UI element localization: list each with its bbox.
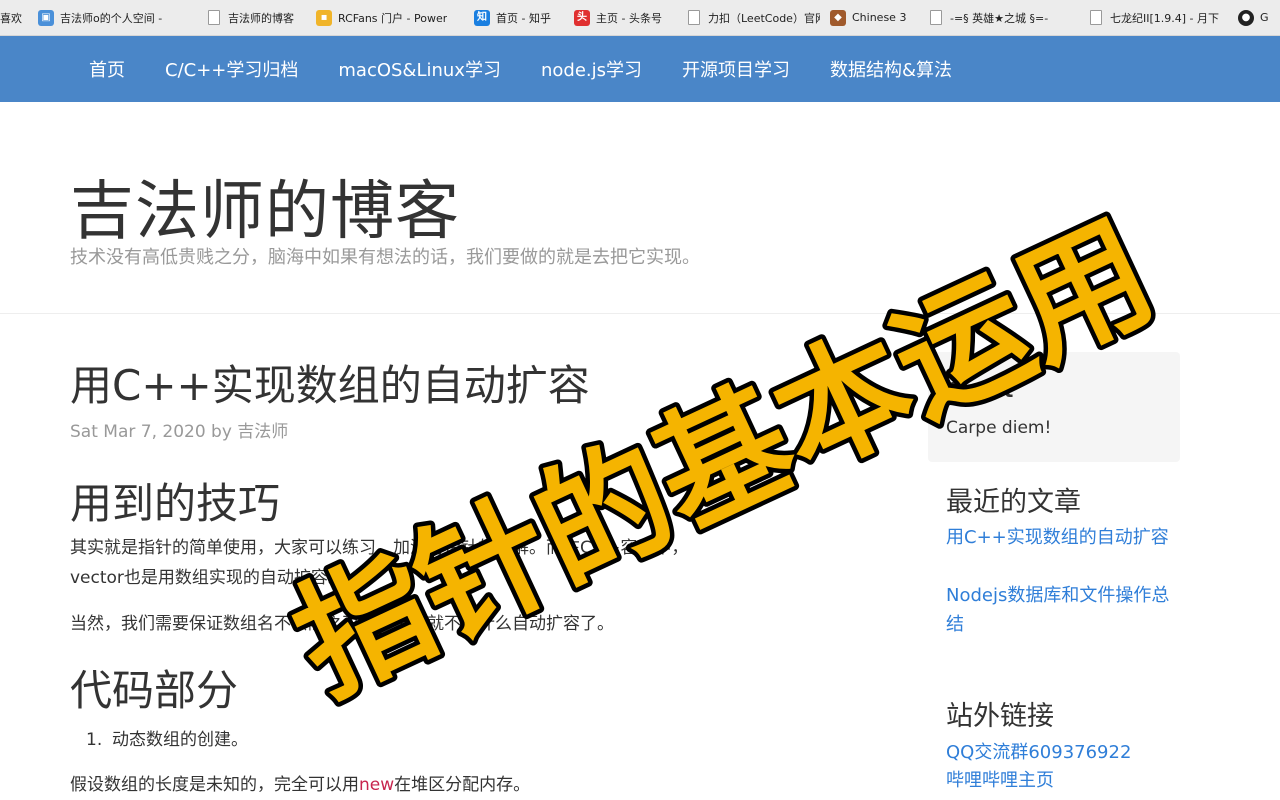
- bookmark-item[interactable]: 知 首页 - 知乎: [464, 0, 564, 35]
- bookmark-label: 七龙纪II[1.9.4] - 月下: [1110, 11, 1220, 25]
- list-item: 1. 动态数组的创建。: [86, 725, 248, 750]
- site-tagline: 技术没有高低贵贱之分，脑海中如果有想法的话，我们要做的就是去把它实现。: [70, 247, 700, 268]
- bookmark-label: -=§ 英雄★之城 §=-: [950, 11, 1049, 25]
- section-heading-code: 代码部分: [70, 666, 239, 715]
- post-meta: Sat Mar 7, 2020 by 吉法师: [70, 422, 289, 442]
- bookmark-label: G: [1260, 11, 1269, 24]
- bookmarks-bar: 喜欢 ▣ 吉法师o的个人空间 - 吉法师的博客 ▪ RCFans 门户 - Po…: [0, 0, 1280, 36]
- nav-open-source[interactable]: 开源项目学习: [682, 56, 790, 82]
- section-heading-techniques: 用到的技巧: [70, 479, 281, 528]
- browser-page: 喜欢 ▣ 吉法师o的个人空间 - 吉法师的博客 ▪ RCFans 门户 - Po…: [0, 0, 1280, 800]
- external-links-heading: 站外链接: [946, 701, 1054, 732]
- nav-home[interactable]: 首页: [89, 56, 125, 82]
- bookmark-item[interactable]: 吉法师的博客: [196, 0, 306, 35]
- external-link-bilibili[interactable]: 哔哩哔哩主页: [946, 766, 1171, 795]
- about-box: [928, 352, 1180, 462]
- page-icon: [1090, 10, 1102, 25]
- bookmark-item[interactable]: ▣ 吉法师o的个人空间 -: [28, 0, 196, 35]
- code-keyword: new: [359, 775, 395, 795]
- paragraph-line: 其实就是指针的简单使用，大家可以练习，加深对指针的理解。而在C++容器中，: [70, 538, 689, 558]
- paragraph-text: 假设数组的长度是未知的，完全可以用: [70, 775, 359, 795]
- folder-icon: ▪: [316, 9, 332, 26]
- nav-cpp-archive[interactable]: C/C++学习归档: [165, 56, 298, 82]
- page-icon: [930, 10, 942, 25]
- bookmark-label: 吉法师o的个人空间 -: [60, 11, 163, 25]
- bookmark-label: 喜欢: [0, 11, 22, 25]
- post-title[interactable]: 用C++实现数组的自动扩容: [70, 352, 590, 413]
- bookmark-label: 首页 - 知乎: [496, 11, 551, 25]
- bookmark-label: 力扣（LeetCode）官网: [708, 11, 820, 25]
- bookmark-item[interactable]: ● G: [1228, 0, 1280, 35]
- recent-post-link[interactable]: 用C++实现数组的自动扩容: [946, 523, 1171, 552]
- bilibili-icon: ▣: [38, 9, 54, 26]
- paragraph: 当然，我们需要保证数组名不会随之改变，不然就不算什么自动扩容了。: [70, 614, 614, 634]
- zhihu-icon: 知: [474, 9, 490, 26]
- bookmark-label: 主页 - 头条号: [596, 11, 662, 25]
- list-item-number: 1.: [86, 730, 103, 750]
- bookmark-item[interactable]: 喜欢: [0, 0, 28, 35]
- recent-posts-heading: 最近的文章: [946, 487, 1081, 518]
- nav-macos-linux[interactable]: macOS&Linux学习: [338, 56, 501, 82]
- recent-post-link[interactable]: Nodejs数据库和文件操作总结: [946, 581, 1171, 639]
- bookmark-item[interactable]: ▪ RCFans 门户 - Power: [306, 0, 464, 35]
- bookmark-item[interactable]: -=§ 英雄★之城 §=-: [918, 0, 1078, 35]
- bookmark-item[interactable]: ◆ Chinese 3: [820, 0, 918, 35]
- page-icon: [688, 10, 700, 25]
- page-icon: [208, 10, 220, 25]
- nav-data-structures[interactable]: 数据结构&算法: [830, 56, 952, 82]
- bookmark-item[interactable]: 头 主页 - 头条号: [564, 0, 676, 35]
- bookmark-item[interactable]: 力扣（LeetCode）官网: [676, 0, 820, 35]
- paragraph-text: 在堆区分配内存。: [394, 775, 531, 795]
- game-icon: ◆: [830, 9, 846, 26]
- site-navbar: 首页 C/C++学习归档 macOS&Linux学习 node.js学习 开源项…: [0, 36, 1280, 102]
- toutiao-icon: 头: [574, 9, 590, 26]
- list-item-text: 动态数组的创建。: [112, 730, 248, 750]
- header-divider: [0, 313, 1280, 314]
- bookmark-label: 吉法师的博客: [228, 11, 294, 25]
- external-link-qq[interactable]: QQ交流群609376922: [946, 738, 1171, 767]
- paragraph-line: vector也是用数组实现的自动扩容。: [70, 568, 345, 588]
- paragraph: 假设数组的长度是未知的，完全可以用new在堆区分配内存。: [70, 770, 770, 800]
- github-icon: ●: [1238, 9, 1254, 26]
- nav-nodejs[interactable]: node.js学习: [541, 56, 642, 82]
- bookmark-label: Chinese 3: [852, 11, 907, 24]
- site-title[interactable]: 吉法师的博客: [70, 160, 460, 252]
- paragraph: 其实就是指针的简单使用，大家可以练习，加深对指针的理解。而在C++容器中， ve…: [70, 533, 770, 593]
- about-heading: About: [946, 378, 1014, 402]
- bookmark-item[interactable]: 七龙纪II[1.9.4] - 月下: [1078, 0, 1228, 35]
- bookmark-label: RCFans 门户 - Power: [338, 11, 448, 25]
- about-text: Carpe diem!: [946, 418, 1052, 438]
